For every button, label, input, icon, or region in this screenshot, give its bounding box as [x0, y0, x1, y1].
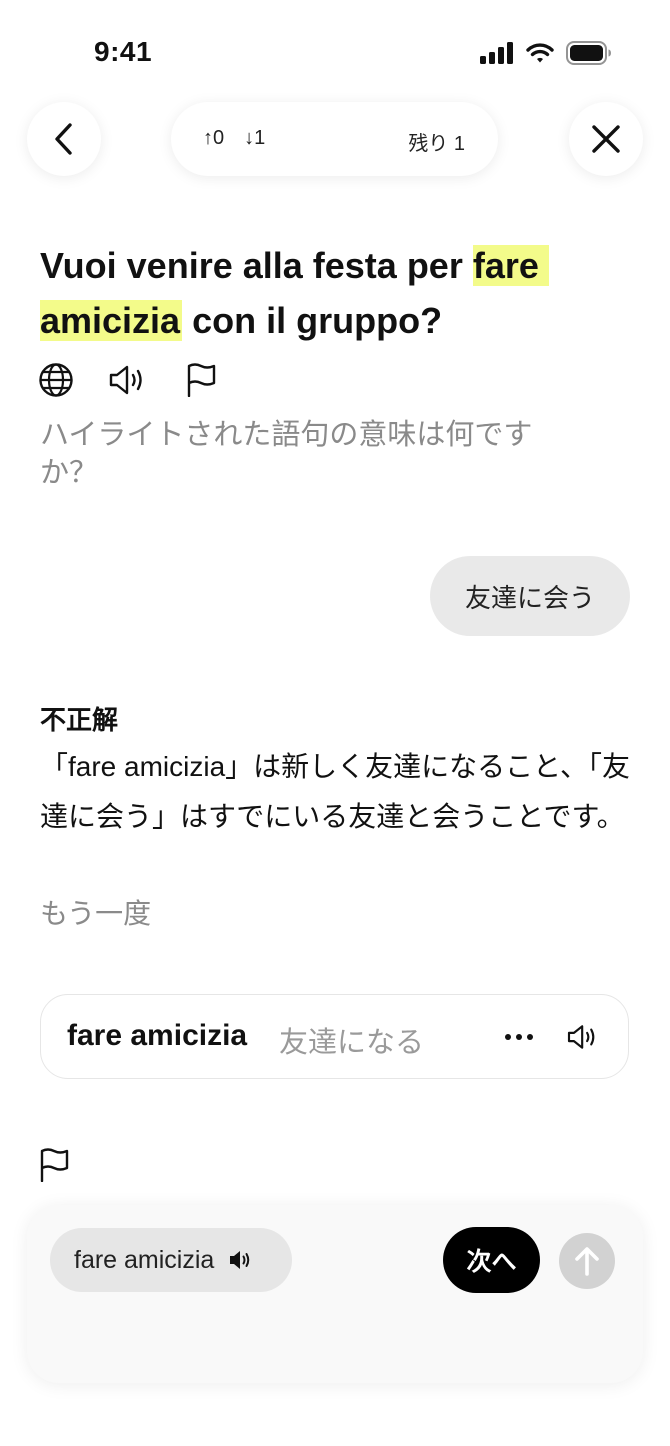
- speaker-icon: [567, 1025, 595, 1049]
- question-text-before: Vuoi venire alla festa per: [40, 245, 473, 286]
- progress-pill: ↑0 ↓1 残り 1: [171, 102, 498, 176]
- globe-icon: [39, 363, 73, 397]
- translate-button[interactable]: [38, 362, 74, 398]
- battery-icon: [566, 41, 611, 65]
- close-icon: [592, 125, 620, 153]
- retry-link[interactable]: もう一度: [40, 892, 151, 932]
- close-button[interactable]: [569, 102, 643, 176]
- flag-icon: [40, 1148, 69, 1183]
- more-icon: [505, 1034, 533, 1040]
- flag-icon: [187, 363, 216, 397]
- vocab-card[interactable]: fare amicizia 友達になる: [40, 994, 629, 1079]
- audio-button[interactable]: [108, 362, 148, 398]
- status-bar: 9:41: [0, 0, 670, 100]
- remaining-count: 残り 1: [408, 133, 465, 155]
- question-actions: [38, 362, 218, 398]
- highlighted-word-amicizia: amicizia: [40, 300, 183, 341]
- vocab-more-button[interactable]: [499, 1015, 539, 1059]
- progress-counts: ↑0 ↓1: [203, 127, 265, 150]
- send-button[interactable]: [559, 1233, 615, 1289]
- signal-icon: [480, 42, 513, 64]
- chevron-left-icon: [55, 123, 72, 155]
- question-text-after: con il gruppo?: [182, 300, 443, 341]
- report-feedback-button[interactable]: [38, 1148, 70, 1187]
- result-title: 不正解: [40, 705, 119, 735]
- question-prompt: ハイライトされた語句の意味は何ですか？: [40, 419, 533, 489]
- user-answer-bubble: 友達に会う: [430, 556, 630, 636]
- status-icons: [480, 40, 612, 66]
- vocab-meaning: 友達になる: [279, 1027, 425, 1059]
- back-button[interactable]: [27, 102, 101, 176]
- bottom-input-panel: fare amicizia 次へ: [27, 1205, 643, 1383]
- correct-count: ↑0: [203, 127, 225, 149]
- phrase-chip[interactable]: fare amicizia: [50, 1228, 292, 1292]
- speaker-icon: [109, 365, 142, 395]
- vocab-term: fare amicizia: [67, 1019, 248, 1052]
- next-button[interactable]: 次へ: [443, 1227, 540, 1293]
- question-sentence: Vuoi venire alla festa per fare amicizia …: [40, 238, 640, 348]
- vocab-audio-button[interactable]: [563, 1015, 603, 1059]
- incorrect-count: ↓1: [244, 127, 266, 149]
- report-button[interactable]: [184, 362, 218, 398]
- phrase-chip-label: fare amicizia: [74, 1245, 215, 1274]
- arrow-up-icon: [575, 1247, 599, 1276]
- speaker-filled-icon: [230, 1251, 250, 1269]
- result-explanation: 「fare amicizia」は新しく友達になること、「友達に会う」はすでにいる…: [40, 751, 631, 832]
- highlighted-word-fare: fare: [472, 245, 549, 286]
- wifi-icon: [526, 43, 554, 63]
- status-time: 9:41: [94, 36, 153, 67]
